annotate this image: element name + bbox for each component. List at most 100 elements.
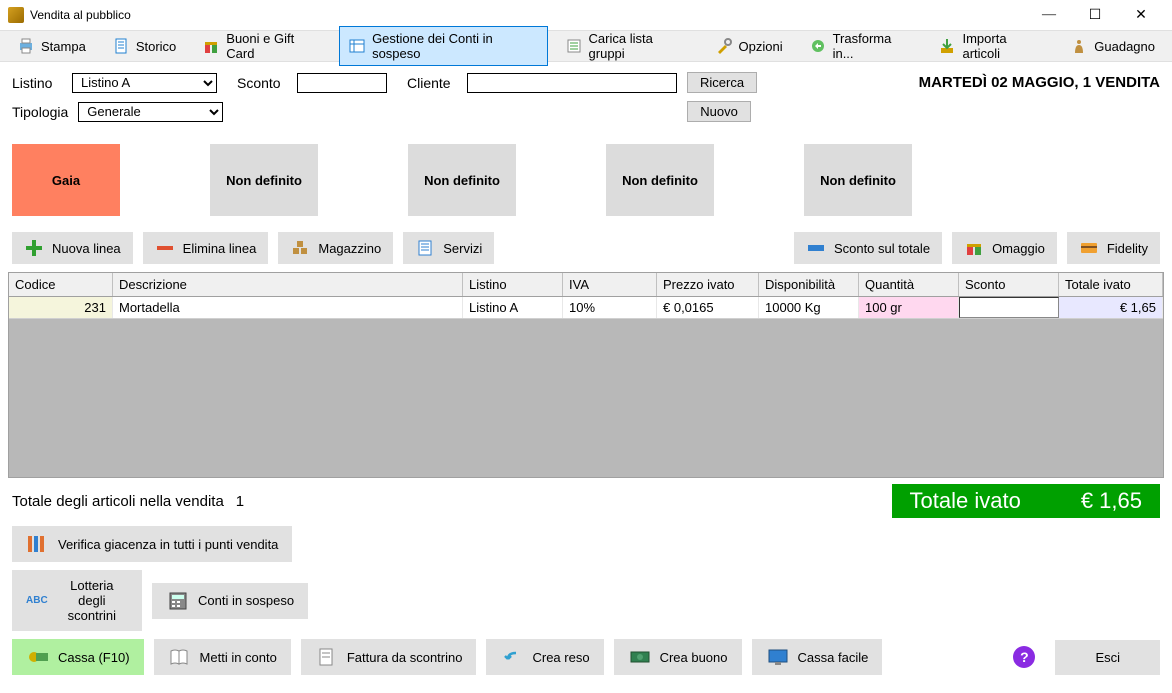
nuovo-button[interactable]: Nuovo [687, 101, 751, 122]
verifica-label: Verifica giacenza in tutti i punti vendi… [58, 537, 278, 552]
conti-sospeso-bottom-button[interactable]: Conti in sospeso [152, 583, 308, 619]
tipologia-select[interactable]: Generale [78, 102, 223, 122]
cell-disp[interactable]: 10000 Kg [759, 297, 859, 318]
ricerca-button[interactable]: Ricerca [687, 72, 757, 93]
opzioni-label: Opzioni [739, 39, 783, 54]
category-3[interactable]: Non definito [606, 144, 714, 216]
magazzino-label: Magazzino [318, 241, 381, 256]
summary-count: 1 [236, 493, 244, 510]
main-toolbar: Stampa Storico Buoni e Gift Card Gestion… [0, 30, 1172, 62]
cell-iva[interactable]: 10% [563, 297, 657, 318]
th-codice[interactable]: Codice [9, 273, 113, 296]
book-icon [168, 647, 192, 667]
crea-reso-label: Crea reso [532, 650, 589, 665]
th-iva[interactable]: IVA [563, 273, 657, 296]
cell-codice[interactable]: 231 [9, 297, 113, 318]
conti-sospeso-label: Conti in sospeso [198, 593, 294, 608]
category-gaia[interactable]: Gaia [12, 144, 120, 216]
money-icon [1070, 37, 1088, 55]
crea-buono-label: Crea buono [660, 650, 728, 665]
discount-icon [806, 238, 826, 258]
cassa-facile-button[interactable]: Cassa facile [752, 639, 883, 675]
omaggio-button[interactable]: Omaggio [952, 232, 1057, 264]
items-table: Codice Descrizione Listino IVA Prezzo iv… [8, 272, 1164, 478]
app-icon [8, 7, 24, 23]
cell-prezzo[interactable]: € 0,0165 [657, 297, 759, 318]
gruppi-button[interactable]: Carica lista gruppi [556, 26, 698, 66]
fidelity-button[interactable]: Fidelity [1067, 232, 1160, 264]
th-qty[interactable]: Quantità [859, 273, 959, 296]
import-icon [938, 37, 956, 55]
th-descrizione[interactable]: Descrizione [113, 273, 463, 296]
cell-sconto[interactable] [959, 297, 1059, 318]
minus-icon [155, 238, 175, 258]
omaggio-label: Omaggio [992, 241, 1045, 256]
category-2[interactable]: Non definito [408, 144, 516, 216]
summary-row: Totale degli articoli nella vendita 1 To… [0, 478, 1172, 522]
listino-label: Listino [12, 75, 62, 91]
cell-totiv[interactable]: € 1,65 [1059, 297, 1163, 318]
guadagno-label: Guadagno [1094, 39, 1155, 54]
th-totiv[interactable]: Totale ivato [1059, 273, 1163, 296]
category-4[interactable]: Non definito [804, 144, 912, 216]
cell-descrizione[interactable]: Mortadella [113, 297, 463, 318]
th-disp[interactable]: Disponibilità [759, 273, 859, 296]
total-box: Totale ivato € 1,65 [892, 484, 1160, 518]
gift-icon [964, 238, 984, 258]
elimina-linea-label: Elimina linea [183, 241, 257, 256]
nuova-linea-label: Nuova linea [52, 241, 121, 256]
lotteria-button[interactable]: ABC Lotteria degli scontrini [12, 570, 142, 631]
conti-sospeso-button[interactable]: Gestione dei Conti in sospeso [339, 26, 547, 66]
buoni-label: Buoni e Gift Card [226, 31, 322, 61]
th-sconto[interactable]: Sconto [959, 273, 1059, 296]
stock-icon [26, 534, 50, 554]
close-button[interactable]: ✕ [1118, 0, 1164, 30]
table-body[interactable]: 231 Mortadella Listino A 10% € 0,0165 10… [9, 297, 1163, 477]
verifica-button[interactable]: Verifica giacenza in tutti i punti vendi… [12, 526, 292, 562]
listino-select[interactable]: Listino A [72, 73, 217, 93]
card-icon [1079, 238, 1099, 258]
fidelity-label: Fidelity [1107, 241, 1148, 256]
cliente-label: Cliente [407, 75, 457, 91]
servizi-button[interactable]: Servizi [403, 232, 494, 264]
trasforma-button[interactable]: Trasforma in... [800, 26, 922, 66]
guadagno-button[interactable]: Guadagno [1061, 32, 1164, 60]
lotteria-label: Lotteria degli scontrini [56, 578, 128, 623]
elimina-linea-button[interactable]: Elimina linea [143, 232, 269, 264]
opzioni-button[interactable]: Opzioni [706, 32, 792, 60]
sconto-input[interactable] [297, 73, 387, 93]
storico-button[interactable]: Storico [103, 32, 185, 60]
cliente-input[interactable] [467, 73, 677, 93]
fattura-button[interactable]: Fattura da scontrino [301, 639, 477, 675]
table-row[interactable]: 231 Mortadella Listino A 10% € 0,0165 10… [9, 297, 1163, 319]
th-listino[interactable]: Listino [463, 273, 563, 296]
services-icon [415, 238, 435, 258]
magazzino-button[interactable]: Magazzino [278, 232, 393, 264]
servizi-label: Servizi [443, 241, 482, 256]
cell-listino[interactable]: Listino A [463, 297, 563, 318]
nuova-linea-button[interactable]: Nuova linea [12, 232, 133, 264]
maximize-button[interactable]: ☐ [1072, 0, 1118, 30]
cassa-facile-label: Cassa facile [798, 650, 869, 665]
stampa-button[interactable]: Stampa [8, 32, 95, 60]
category-1[interactable]: Non definito [210, 144, 318, 216]
list-icon [565, 37, 583, 55]
trasforma-label: Trasforma in... [833, 31, 913, 61]
cassa-button[interactable]: Cassa (F10) [12, 639, 144, 675]
undo-icon [500, 647, 524, 667]
abc-icon: ABC [26, 591, 48, 611]
stampa-label: Stampa [41, 39, 86, 54]
importa-button[interactable]: Importa articoli [929, 26, 1053, 66]
crea-buono-button[interactable]: Crea buono [614, 639, 742, 675]
monitor-icon [766, 647, 790, 667]
voucher-icon [628, 647, 652, 667]
th-prezzo[interactable]: Prezzo ivato [657, 273, 759, 296]
help-icon[interactable]: ? [1013, 646, 1035, 668]
esci-button[interactable]: Esci [1055, 640, 1160, 675]
cell-qty[interactable]: 100 gr [859, 297, 959, 318]
sconto-totale-button[interactable]: Sconto sul totale [794, 232, 942, 264]
metti-conto-button[interactable]: Metti in conto [154, 639, 291, 675]
buoni-button[interactable]: Buoni e Gift Card [193, 26, 331, 66]
gift-icon [202, 37, 220, 55]
crea-reso-button[interactable]: Crea reso [486, 639, 603, 675]
